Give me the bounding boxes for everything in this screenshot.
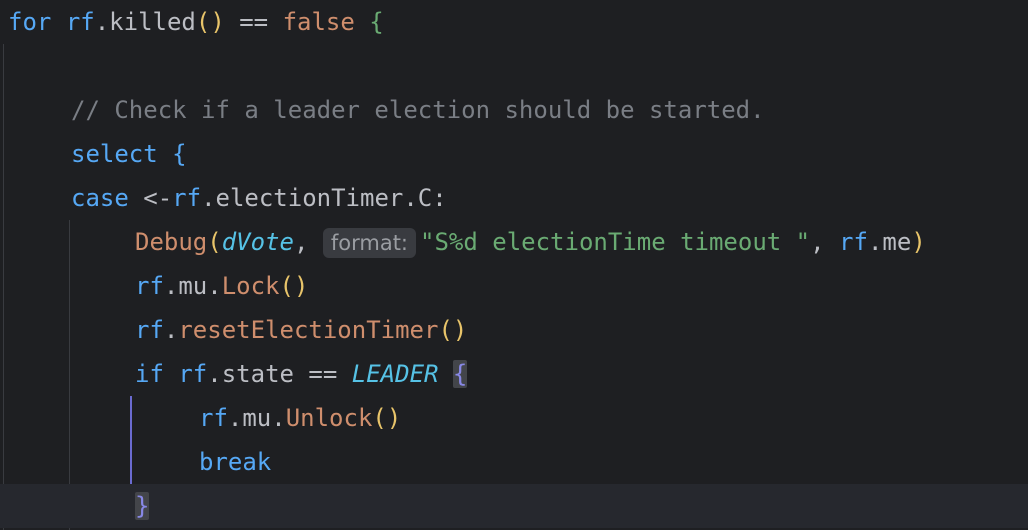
- code-line-11[interactable]: break: [0, 440, 1028, 484]
- code-line-2[interactable]: [0, 44, 1028, 88]
- parens: (): [372, 404, 402, 432]
- identifier-rf: rf: [135, 272, 164, 300]
- identifier-dvote: dVote: [221, 228, 294, 256]
- field-state: .state ==: [207, 360, 352, 388]
- code-line-1[interactable]: for rf.killed() == false {: [0, 0, 1028, 44]
- identifier-rf: rf: [199, 404, 228, 432]
- keyword-break: break: [199, 448, 272, 476]
- comment: // Check if a leader election should be …: [71, 96, 765, 124]
- comma: ,: [810, 228, 840, 256]
- method-lock: Lock: [221, 272, 280, 300]
- parens: (): [195, 8, 225, 36]
- field-mu: .mu.: [163, 272, 222, 300]
- keyword-false: false: [282, 8, 355, 36]
- identifier-rf: rf: [172, 184, 202, 212]
- identifier-rf: rf: [65, 8, 95, 36]
- parens: (): [279, 272, 309, 300]
- field-mu: .mu.: [227, 404, 286, 432]
- code-line-5[interactable]: case <-rf.electionTimer.C:: [0, 176, 1028, 220]
- field-me: .me: [867, 228, 912, 256]
- identifier-rf: rf: [135, 316, 164, 344]
- code-line-4[interactable]: select {: [0, 132, 1028, 176]
- keyword-if: if: [135, 360, 164, 388]
- code-line-3[interactable]: // Check if a leader election should be …: [0, 88, 1028, 132]
- keyword-select: select: [71, 140, 158, 168]
- method-reset-election-timer: resetElectionTimer: [178, 316, 439, 344]
- function-debug: Debug: [135, 228, 208, 256]
- code-line-8[interactable]: rf.resetElectionTimer(): [0, 308, 1028, 352]
- identifier-rf: rf: [839, 228, 868, 256]
- string-literal: "S%d electionTime timeout ": [420, 228, 811, 256]
- dot: .: [163, 316, 179, 344]
- operator-receive: <-: [128, 184, 173, 212]
- keyword-for: for: [8, 8, 52, 36]
- comma: ,: [293, 228, 323, 256]
- parameter-hint: format:: [322, 228, 416, 258]
- method-unlock: Unlock: [285, 404, 373, 432]
- constant-leader: LEADER: [351, 360, 439, 388]
- close-paren: ): [911, 228, 926, 256]
- code-line-6[interactable]: Debug(dVote, format: "S%d electionTime ti…: [0, 220, 1028, 264]
- open-brace-matched: {: [452, 360, 468, 388]
- method-killed: killed: [109, 8, 196, 36]
- open-paren: (: [207, 228, 222, 256]
- open-brace: {: [369, 8, 384, 36]
- identifier-rf: rf: [178, 360, 208, 388]
- close-brace-matched: }: [135, 492, 150, 520]
- code-line-12-current[interactable]: }: [0, 484, 1028, 528]
- dot: .: [94, 8, 110, 36]
- parens: (): [438, 316, 468, 344]
- code-editor[interactable]: for rf.killed() == false { // Check if a…: [0, 0, 1028, 530]
- code-line-10[interactable]: rf.mu.Unlock(): [0, 396, 1028, 440]
- field-election-timer: .electionTimer.C:: [201, 184, 447, 212]
- open-brace: {: [172, 140, 187, 168]
- operator-eq: ==: [224, 8, 283, 36]
- code-line-9[interactable]: if rf.state == LEADER {: [0, 352, 1028, 396]
- code-line-7[interactable]: rf.mu.Lock(): [0, 264, 1028, 308]
- keyword-case: case: [71, 184, 129, 212]
